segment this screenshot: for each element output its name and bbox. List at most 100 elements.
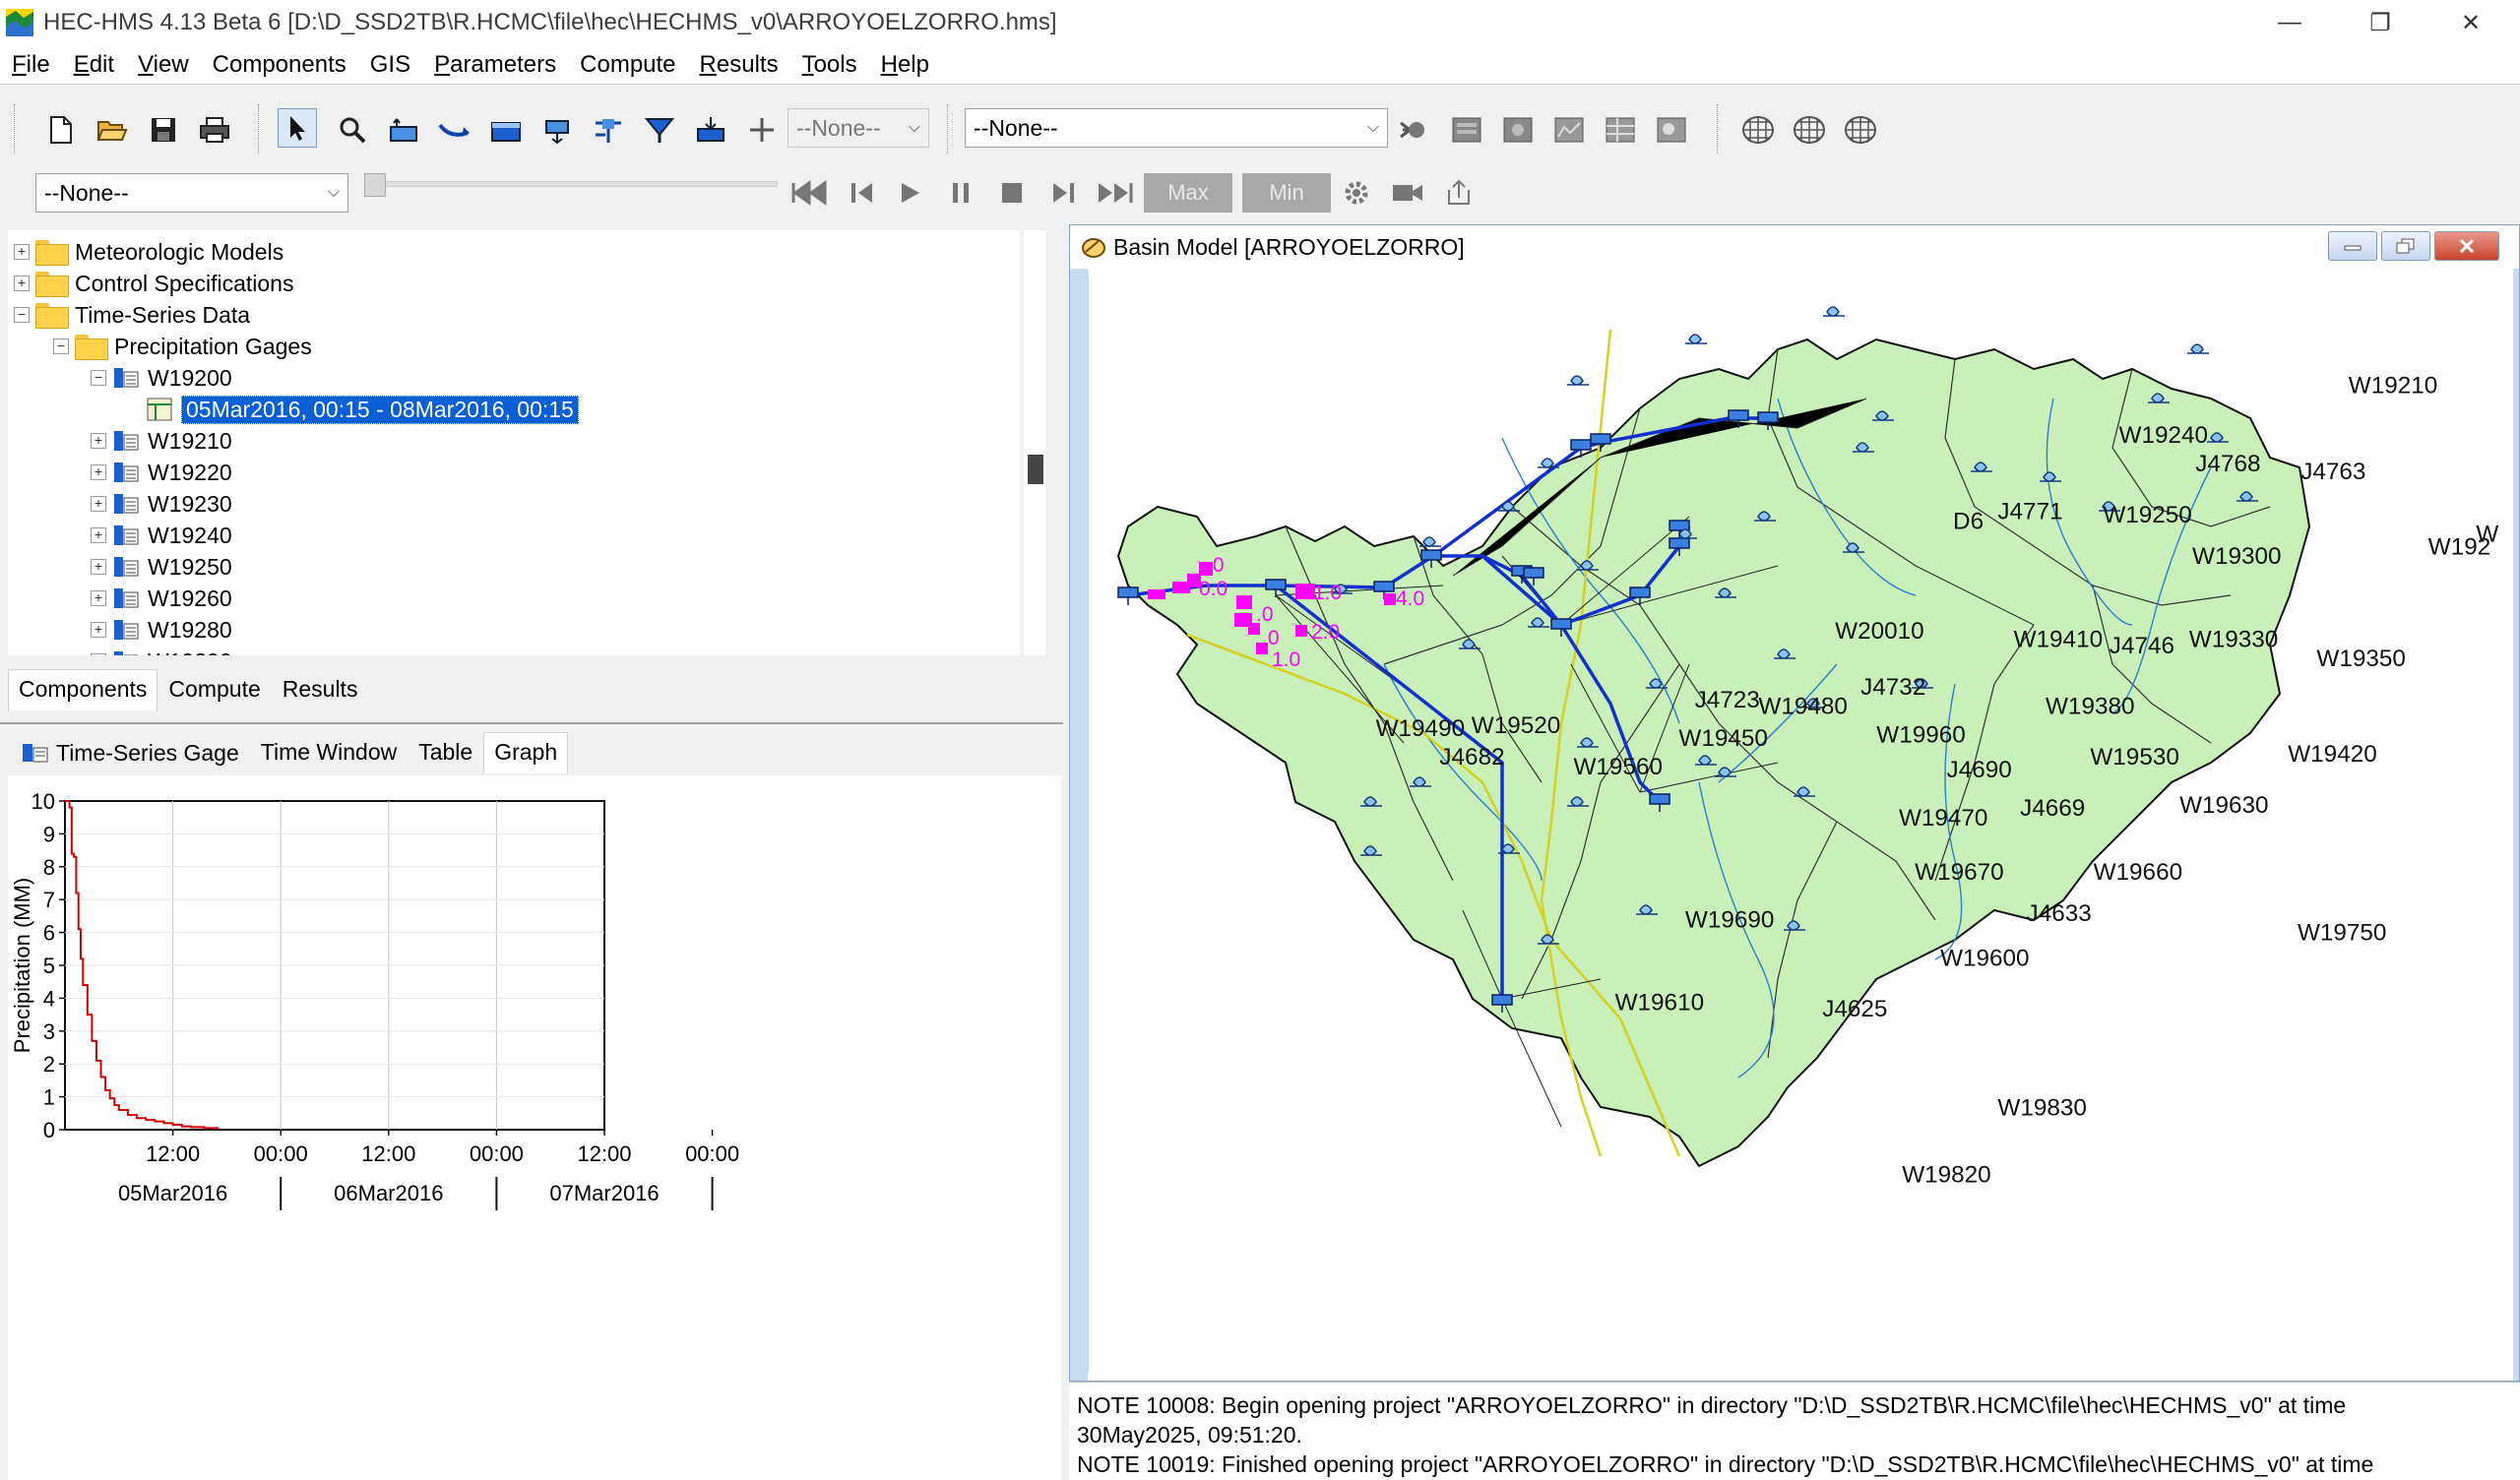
element-label[interactable]: J4682 — [1439, 744, 1504, 771]
grid-zoom-out-icon[interactable] — [1841, 110, 1880, 150]
source-creation-tool-icon[interactable] — [640, 110, 679, 150]
menu-results[interactable]: Results — [688, 51, 790, 79]
element-label[interactable]: W19560 — [1573, 754, 1663, 780]
menu-tools[interactable]: Tools — [790, 51, 869, 79]
menu-edit[interactable]: Edit — [62, 51, 126, 79]
fast-forward-to-end-icon[interactable] — [1095, 173, 1134, 213]
expand-plus-icon[interactable]: + — [91, 527, 106, 543]
diversion-creation-tool-icon[interactable] — [589, 110, 628, 150]
max-button[interactable]: Max — [1144, 173, 1232, 213]
element-label[interactable]: J4625 — [1822, 996, 1887, 1022]
menu-view[interactable]: View — [126, 51, 201, 79]
pause-icon[interactable] — [941, 173, 980, 213]
basin-map[interactable]: .0 0.0 .0 .0 1.0 1.0 2.0 4.0 W19210 W1924… — [1089, 271, 2516, 1373]
expand-plus-icon[interactable]: + — [91, 559, 106, 575]
tab-compute[interactable]: Compute — [158, 669, 271, 710]
tree-node[interactable]: + W19240 — [91, 520, 232, 551]
print-icon[interactable] — [195, 110, 234, 150]
arrow-select-tool-icon[interactable] — [278, 108, 317, 148]
tree-node[interactable]: + W19260 — [91, 583, 232, 614]
junction-creation-tool-icon[interactable] — [537, 110, 577, 150]
restore-button[interactable]: ❐ — [2335, 0, 2426, 45]
menu-gis[interactable]: GIS — [358, 51, 422, 79]
expand-plus-icon[interactable]: + — [91, 590, 106, 606]
subbasin-creation-tool-icon[interactable] — [384, 110, 423, 150]
element-label[interactable]: J4768 — [2195, 451, 2260, 477]
element-label[interactable]: J4732 — [1860, 674, 1925, 701]
subbasin-icon[interactable] — [1823, 306, 1845, 317]
zoom-tool-icon[interactable] — [333, 110, 372, 150]
basin-minimize-button[interactable] — [2328, 231, 2377, 261]
tree-node[interactable]: + Meteorologic Models — [14, 236, 284, 268]
expand-plus-icon[interactable]: + — [91, 622, 106, 638]
element-label[interactable]: J4771 — [1997, 499, 2062, 525]
basin-close-button[interactable] — [2434, 231, 2499, 261]
map-view-icon[interactable] — [1652, 110, 1691, 150]
tree-node[interactable]: 05Mar2016, 00:15 - 08Mar2016, 00:15 — [146, 394, 579, 425]
element-label[interactable]: J4763 — [2300, 459, 2365, 485]
tab-time-window[interactable]: Time Window — [250, 732, 408, 773]
element-label[interactable]: J4669 — [2020, 795, 2085, 822]
menu-compute[interactable]: Compute — [568, 51, 687, 79]
tree-node[interactable]: + W19230 — [91, 488, 232, 520]
collapse-minus-icon[interactable]: − — [53, 339, 69, 354]
element-label[interactable]: W19470 — [1899, 805, 1988, 832]
rewind-to-start-icon[interactable] — [789, 173, 829, 213]
menu-file[interactable]: File — [0, 51, 62, 79]
open-folder-icon[interactable] — [93, 110, 132, 150]
element-label[interactable]: J4746 — [2110, 633, 2174, 659]
tab-graph[interactable]: Graph — [483, 732, 569, 773]
step-back-icon[interactable] — [843, 173, 882, 213]
element-label[interactable]: W19610 — [1615, 990, 1705, 1017]
element-label[interactable]: W19300 — [2192, 543, 2282, 570]
tree-node[interactable]: − Precipitation Gages — [53, 331, 312, 362]
video-camera-icon[interactable] — [1388, 173, 1427, 213]
element-label[interactable]: W19450 — [1678, 725, 1768, 752]
subbasin-icon[interactable] — [2187, 343, 2209, 354]
sink-creation-tool-icon[interactable] — [691, 110, 730, 150]
expand-plus-icon[interactable]: + — [91, 464, 106, 480]
tree-scrollbar[interactable] — [1024, 230, 1045, 655]
subbasin-icon[interactable] — [1685, 334, 1707, 344]
tree-node[interactable]: + W19250 — [91, 551, 232, 583]
element-label[interactable]: W19410 — [2014, 626, 2104, 652]
element-label[interactable]: W19830 — [1997, 1095, 2086, 1122]
tree-node[interactable]: + W19290 — [91, 646, 232, 655]
subbasin-icon[interactable] — [1567, 375, 1589, 386]
tab-results[interactable]: Results — [272, 669, 369, 710]
element-label[interactable]: W19520 — [1472, 712, 1561, 739]
element-label[interactable]: W19350 — [2316, 646, 2406, 672]
expand-plus-icon[interactable]: + — [91, 653, 106, 655]
tree-node[interactable]: + W19280 — [91, 614, 232, 646]
element-label[interactable]: W19330 — [2189, 626, 2279, 652]
run-selection-combo[interactable]: --None-- ⌵ — [965, 108, 1388, 148]
element-label[interactable]: W19660 — [2094, 859, 2183, 886]
basin-map-canvas[interactable]: .0 0.0 .0 .0 1.0 1.0 2.0 4.0 W19210 W1924… — [1088, 271, 2515, 1373]
element-label[interactable]: J4723 — [1695, 687, 1760, 713]
expand-plus-icon[interactable]: + — [14, 276, 30, 291]
element-label[interactable]: W19600 — [1940, 945, 2030, 971]
element-label[interactable]: W19750 — [2298, 919, 2387, 946]
element-label[interactable]: W19490 — [1376, 715, 1466, 742]
min-button[interactable]: Min — [1242, 173, 1331, 213]
tab-time-series-gage[interactable]: Time-Series Gage — [10, 732, 250, 773]
menu-help[interactable]: Help — [869, 51, 941, 79]
expand-plus-icon[interactable]: + — [91, 496, 106, 512]
tree-node[interactable]: + W19210 — [91, 425, 232, 457]
tree-node[interactable]: + W19220 — [91, 457, 232, 488]
new-file-icon[interactable] — [41, 110, 81, 150]
save-icon[interactable] — [144, 110, 183, 150]
element-label[interactable]: W — [2476, 521, 2498, 547]
basin-restore-button[interactable] — [2381, 231, 2430, 261]
element-label[interactable]: W19210 — [2349, 373, 2438, 400]
element-label[interactable]: W19670 — [1915, 859, 2004, 886]
element-label[interactable]: W19480 — [1758, 693, 1848, 719]
element-label[interactable]: J4690 — [1947, 757, 2012, 783]
tab-table[interactable]: Table — [408, 732, 483, 773]
minimize-button[interactable]: — — [2244, 0, 2335, 45]
element-label[interactable]: W19250 — [2103, 502, 2192, 528]
add-element-crosshair-icon[interactable] — [742, 110, 782, 150]
junction-icon[interactable] — [1117, 586, 1139, 605]
tree-node[interactable]: − W19200 — [91, 362, 232, 394]
grid-zoom-in-icon[interactable] — [1790, 110, 1829, 150]
